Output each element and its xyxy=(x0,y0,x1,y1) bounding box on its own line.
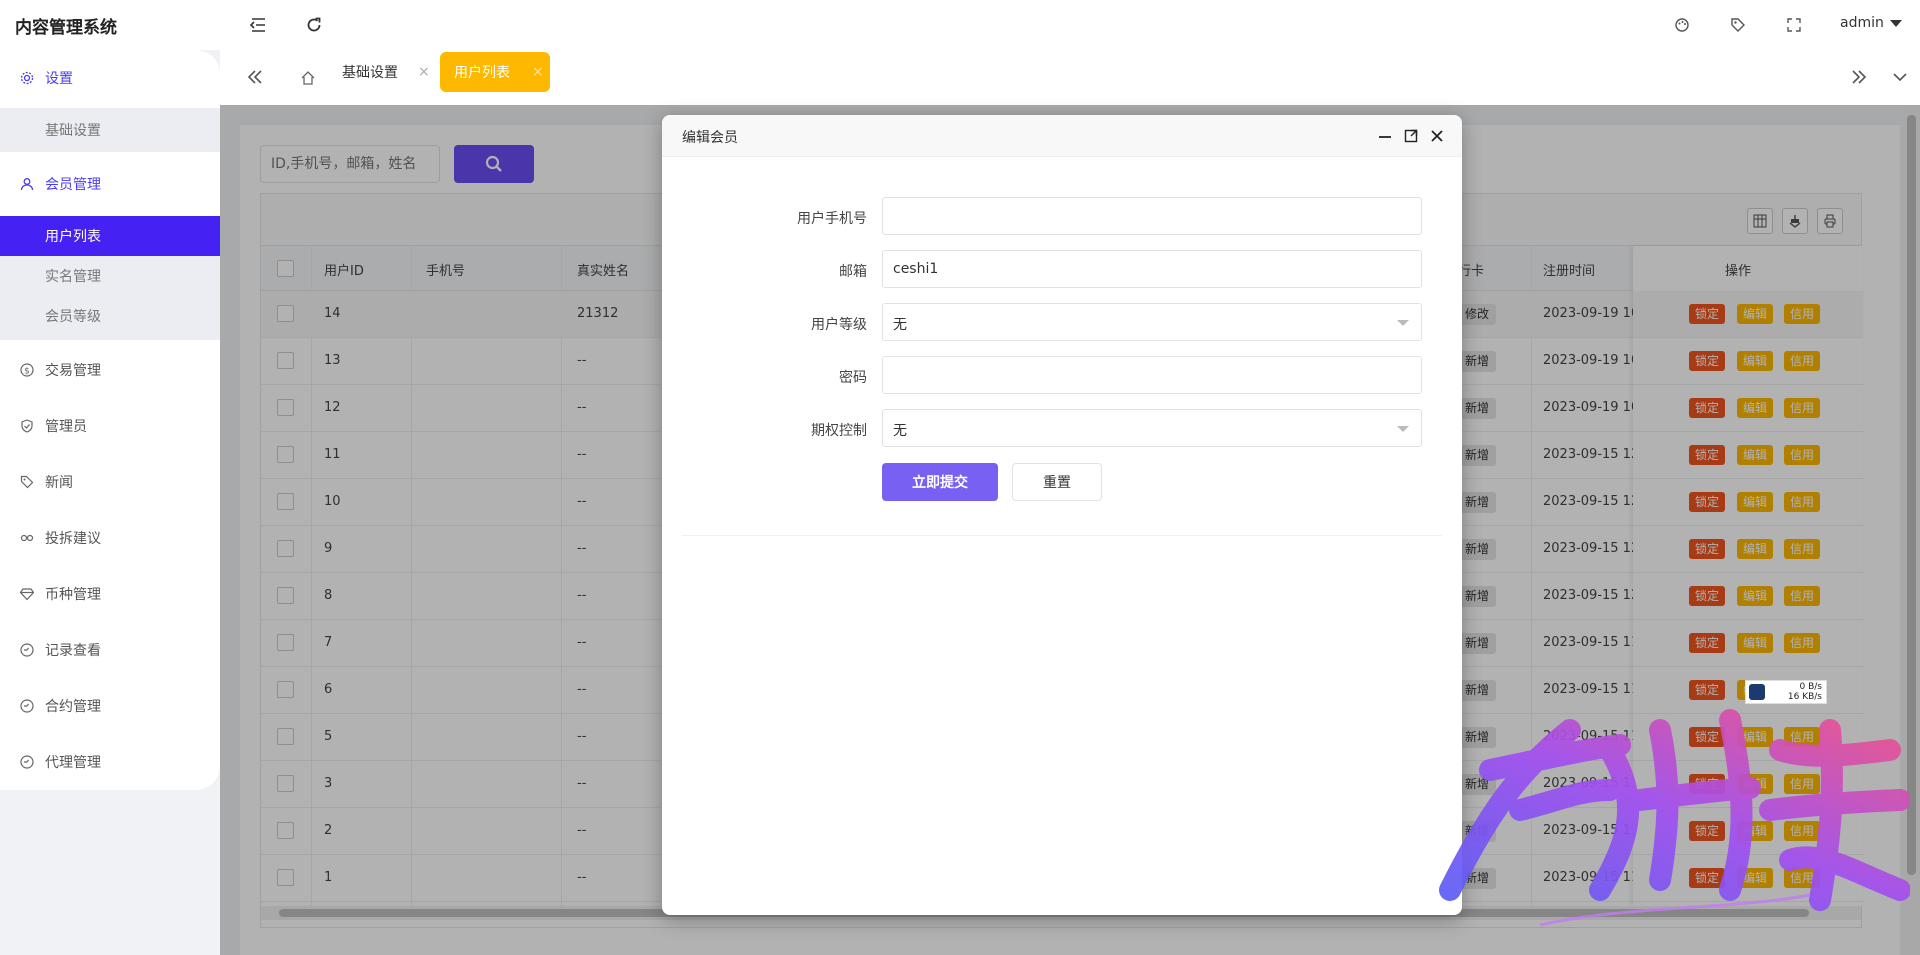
sidebar-item-label: 合约管理 xyxy=(45,699,101,715)
form-divider xyxy=(682,535,1442,536)
sidebar-item-currency[interactable]: 币种管理 xyxy=(0,574,220,614)
reset-button[interactable]: 重置 xyxy=(1012,463,1102,501)
level-row: 用户等级 无 xyxy=(662,303,1462,343)
level-select[interactable]: 无 xyxy=(882,303,1422,341)
settings-submenu: 基础设置 xyxy=(0,108,220,152)
sidebar-item-label: 投拆建议 xyxy=(45,531,101,547)
sidebar-item-contracts[interactable]: 合约管理 xyxy=(0,686,220,726)
top-header: 内容管理系统 admin xyxy=(0,0,1920,50)
maximize-icon[interactable] xyxy=(1402,127,1420,145)
sidebar-item-members[interactable]: 会员管理 xyxy=(0,164,220,204)
menu-collapse-icon[interactable] xyxy=(247,14,269,36)
phone-row: 用户手机号 xyxy=(662,197,1462,237)
app-title: 内容管理系统 xyxy=(15,18,117,38)
edit-member-modal: 编辑会员 用户手机号 邮箱 用户等级 无 密码 期权控制 无 立 xyxy=(662,115,1462,915)
user-icon xyxy=(19,176,35,192)
shield-icon xyxy=(19,418,35,434)
password-row: 密码 xyxy=(662,356,1462,396)
sidebar-item-records[interactable]: 记录查看 xyxy=(0,630,220,670)
email-row: 邮箱 xyxy=(662,250,1462,290)
network-icon xyxy=(1749,684,1765,700)
sidebar-subitem-basic-settings[interactable]: 基础设置 xyxy=(0,110,220,150)
caret-down-icon xyxy=(1889,19,1902,27)
tag-icon xyxy=(19,474,35,490)
close-icon[interactable] xyxy=(1428,127,1446,145)
theme-icon[interactable] xyxy=(1671,14,1693,36)
minimize-icon[interactable] xyxy=(1376,127,1394,145)
sidebar-item-label: 管理员 xyxy=(45,419,87,435)
email-field[interactable] xyxy=(882,250,1422,288)
sidebar-item-label: 交易管理 xyxy=(45,363,101,379)
sidebar-item-admins[interactable]: 管理员 xyxy=(0,406,220,446)
close-icon[interactable]: × xyxy=(532,64,544,80)
refresh-icon[interactable] xyxy=(303,14,325,36)
log-icon xyxy=(19,698,35,714)
modal-header: 编辑会员 xyxy=(662,115,1462,157)
submit-button[interactable]: 立即提交 xyxy=(882,463,998,501)
modal-title: 编辑会员 xyxy=(682,130,738,146)
sidebar-item-label: 代理管理 xyxy=(45,755,101,771)
option-control-row: 期权控制 无 xyxy=(662,409,1462,449)
sidebar-item-label: 会员管理 xyxy=(45,177,101,193)
sidebar-item-label: 新闻 xyxy=(45,475,73,491)
user-name: admin xyxy=(1840,15,1884,31)
home-icon xyxy=(301,70,315,85)
tabs-scroll-right-icon[interactable] xyxy=(1845,62,1873,92)
tab-basic-settings[interactable]: 基础设置 × xyxy=(330,52,430,92)
sidebar: 设置 基础设置 会员管理 用户列表 实名管理 会员等级 $ 交易管理 管理员 新… xyxy=(0,50,220,790)
option-control-select[interactable]: 无 xyxy=(882,409,1422,447)
sidebar-subitem-member-level[interactable]: 会员等级 xyxy=(0,296,220,336)
sidebar-subitem-realname[interactable]: 实名管理 xyxy=(0,256,220,296)
tabs-menu-chevron-icon[interactable] xyxy=(1886,62,1914,92)
sidebar-item-agents[interactable]: 代理管理 xyxy=(0,742,220,782)
tab-home[interactable] xyxy=(290,50,326,105)
members-submenu: 用户列表 实名管理 会员等级 xyxy=(0,216,220,340)
sidebar-item-label: 币种管理 xyxy=(45,587,101,603)
svg-text:$: $ xyxy=(24,367,30,377)
sidebar-item-news[interactable]: 新闻 xyxy=(0,462,220,502)
dollar-icon: $ xyxy=(19,362,35,378)
sidebar-subitem-user-list[interactable]: 用户列表 xyxy=(0,216,220,256)
user-menu[interactable]: admin xyxy=(1840,15,1902,31)
log-icon xyxy=(19,642,35,658)
sidebar-item-label: 记录查看 xyxy=(45,643,101,659)
tabs-scroll-left-icon[interactable] xyxy=(241,62,269,92)
network-speed-widget[interactable]: 0 B/s 16 KB/s xyxy=(1745,680,1827,704)
password-field[interactable] xyxy=(882,356,1422,394)
sidebar-item-trade[interactable]: $ 交易管理 xyxy=(0,350,220,390)
diamond-icon xyxy=(19,586,35,602)
tab-user-list[interactable]: 用户列表 × xyxy=(440,52,550,92)
phone-field[interactable] xyxy=(882,197,1422,235)
gear-icon xyxy=(19,70,35,86)
link-icon xyxy=(19,530,35,546)
caret-down-icon xyxy=(1397,426,1409,432)
sidebar-item-feedback[interactable]: 投拆建议 xyxy=(0,518,220,558)
tag-icon[interactable] xyxy=(1727,14,1749,36)
sidebar-item-settings[interactable]: 设置 xyxy=(0,58,220,98)
caret-down-icon xyxy=(1397,320,1409,326)
fullscreen-icon[interactable] xyxy=(1783,14,1805,36)
log-icon xyxy=(19,754,35,770)
close-icon[interactable]: × xyxy=(418,64,430,80)
sidebar-item-label: 设置 xyxy=(45,71,73,87)
